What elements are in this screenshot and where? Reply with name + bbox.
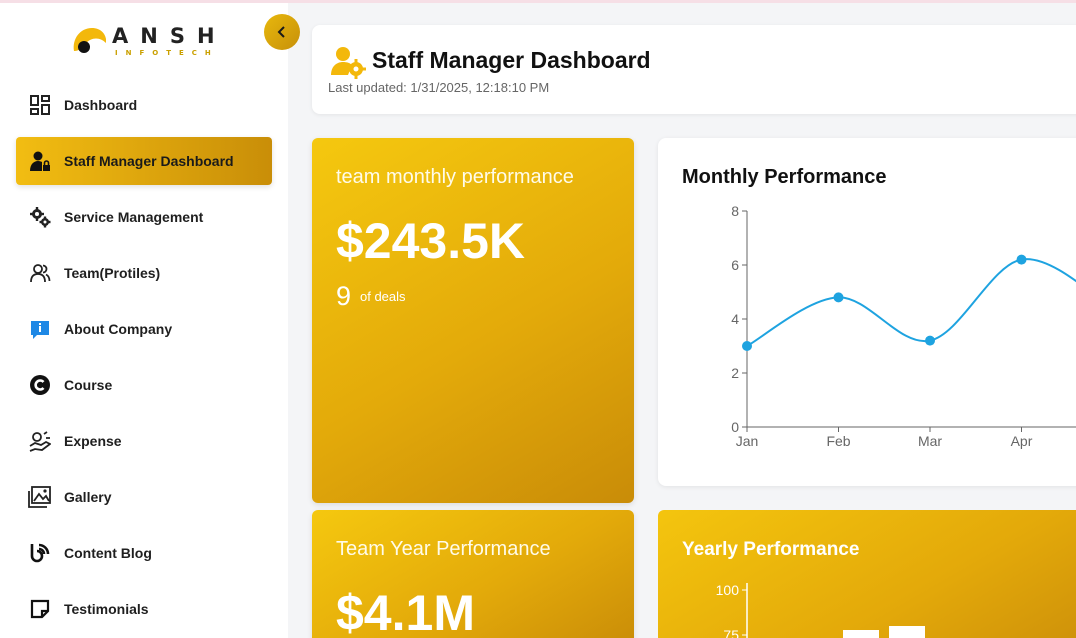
bar xyxy=(843,630,879,638)
page-title: Staff Manager Dashboard xyxy=(372,47,651,73)
chevron-left-icon xyxy=(277,26,285,38)
sidebar-item-label: Staff Manager Dashboard xyxy=(64,153,234,169)
data-point[interactable] xyxy=(833,292,844,303)
gears-icon xyxy=(28,205,52,229)
x-tick-label: Mar xyxy=(918,433,942,449)
user-lock-icon xyxy=(28,149,52,173)
sidebar-item-label: Dashboard xyxy=(64,97,138,113)
sidebar-item-label: Testimonials xyxy=(64,601,149,617)
logo-mark-icon xyxy=(73,28,106,53)
sidebar-item-testimonials[interactable]: Testimonials xyxy=(16,585,272,633)
brand-tagline: INFOTECH xyxy=(115,49,219,57)
dashboard-grid-icon xyxy=(28,93,52,117)
data-point[interactable] xyxy=(1016,254,1027,265)
users-icon xyxy=(28,261,52,285)
data-point[interactable] xyxy=(742,341,752,351)
sidebar-item-staff-manager-dashboard[interactable]: Staff Manager Dashboard xyxy=(16,137,272,185)
hand-coin-icon xyxy=(28,429,52,453)
brand-logo[interactable]: ANSH INFOTECH xyxy=(70,21,220,65)
sidebar-item-label: Content Blog xyxy=(64,545,152,561)
x-tick-label: Apr xyxy=(1011,433,1033,449)
note-icon xyxy=(28,597,52,621)
series-line xyxy=(746,258,1076,347)
sidebar-item-label: About Company xyxy=(64,321,173,337)
line-chart-svg: 02468Jan Feb Mar Apr xyxy=(731,203,1076,449)
data-point[interactable] xyxy=(925,335,935,346)
y-tick-label: 8 xyxy=(731,203,739,219)
sidebar-item-label: Team(Protiles) xyxy=(64,265,161,281)
sidebar-item-about-company[interactable]: About Company xyxy=(16,305,272,353)
user-gear-icon xyxy=(331,47,366,79)
sidebar-item-label: Service Management xyxy=(64,209,204,225)
x-tick-label: Feb xyxy=(826,433,850,449)
collapse-sidebar-button[interactable] xyxy=(264,14,300,50)
last-updated-text: Last updated: 1/31/2025, 12:18:10 PM xyxy=(328,80,550,95)
sidebar-item-label: Course xyxy=(64,377,113,393)
bar-chart-svg: 100 75 xyxy=(716,582,925,638)
sidebar-item-label: Expense xyxy=(64,433,122,449)
sidebar-item-team-protiles[interactable]: Team(Protiles) xyxy=(16,249,272,297)
page-header: Staff Manager Dashboard Last updated: 1/… xyxy=(312,25,1076,114)
sidebar-item-gallery[interactable]: Gallery xyxy=(16,473,272,521)
sidebar: ANSH INFOTECH Dashboard Staff Manager Das… xyxy=(0,3,288,638)
sidebar-item-course[interactable]: Course xyxy=(16,361,272,409)
monthly-performance-chart: Monthly Performance 0 2 4 6 8 Jan Feb Mar Apr xyxy=(658,138,1076,486)
monthly-card-value: $243.5K xyxy=(336,213,526,269)
y-tick-label: 100 xyxy=(716,582,740,598)
y-tick-label: 4 xyxy=(731,311,739,327)
blog-icon xyxy=(28,541,52,565)
yearly-performance-chart: Yearly Performance 100 75 xyxy=(658,510,1076,638)
monthly-deals-label: of deals xyxy=(360,289,406,304)
monthly-card-title: team monthly performance xyxy=(336,166,574,188)
x-tick-label: Jan xyxy=(736,433,759,449)
info-icon xyxy=(28,317,52,341)
sidebar-item-dashboard[interactable]: Dashboard xyxy=(16,81,272,129)
yearly-card-title: Team Year Performance xyxy=(336,538,551,560)
monthly-deals-count: 9 xyxy=(336,281,352,311)
sidebar-nav: Dashboard Staff Manager Dashboard Service … xyxy=(16,81,272,638)
y-tick-label: 2 xyxy=(731,365,739,381)
yearly-card-value: $4.1M xyxy=(336,585,475,638)
y-tick-label: 6 xyxy=(731,257,739,273)
bar xyxy=(889,626,925,638)
sidebar-item-content-blog[interactable]: Content Blog xyxy=(16,529,272,577)
gallery-icon xyxy=(28,485,52,509)
yearly-performance-card: Team Year Performance $4.1M xyxy=(312,510,634,638)
y-tick-label: 75 xyxy=(723,627,739,638)
sidebar-item-expense[interactable]: Expense xyxy=(16,417,272,465)
copyright-icon xyxy=(28,373,52,397)
monthly-performance-card: team monthly performance $243.5K 9 of de… xyxy=(312,138,634,503)
brand-name: ANSH xyxy=(112,24,227,48)
sidebar-item-service-management[interactable]: Service Management xyxy=(16,193,272,241)
sidebar-item-label: Gallery xyxy=(64,489,112,505)
